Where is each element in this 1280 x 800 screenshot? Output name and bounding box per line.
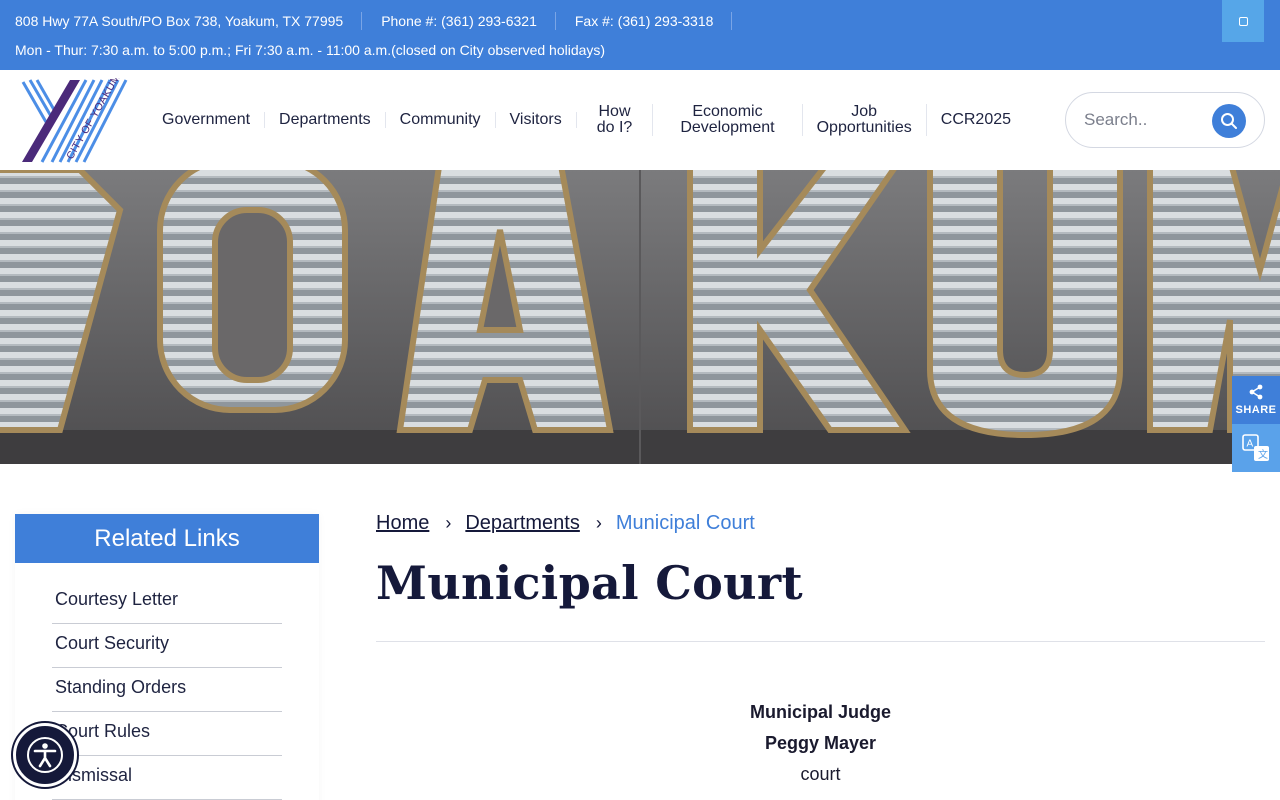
- fax-text: Fax #: (361) 293-3318: [575, 12, 733, 30]
- nav-community[interactable]: Community: [386, 112, 496, 128]
- judge-info: Municipal Judge Peggy Mayer court: [376, 700, 1265, 793]
- breadcrumb-home[interactable]: Home: [376, 512, 429, 535]
- search-box: [1065, 92, 1265, 148]
- share-button[interactable]: SHARE: [1232, 376, 1280, 424]
- image-caption: court: [800, 764, 841, 784]
- breadcrumb-departments[interactable]: Departments: [465, 512, 580, 535]
- judge-name: Peggy Mayer: [764, 733, 877, 753]
- related-links-title: Related Links: [15, 514, 319, 563]
- translate-button[interactable]: A 文: [1232, 424, 1280, 472]
- accessibility-icon: [27, 737, 63, 773]
- search-icon: [1221, 113, 1237, 129]
- related-link-dismissal[interactable]: Dismissal: [52, 756, 282, 800]
- chevron-right-icon: ›: [445, 512, 452, 533]
- toggle-button[interactable]: [1222, 0, 1264, 42]
- nav-how-do-i[interactable]: How do I?: [577, 104, 654, 136]
- search-button[interactable]: [1212, 104, 1246, 138]
- breadcrumb-current: Municipal Court: [615, 511, 755, 534]
- search-input[interactable]: [1084, 108, 1214, 132]
- translate-icon: A 文: [1242, 434, 1269, 461]
- svg-text:文: 文: [1258, 448, 1268, 461]
- share-label: SHARE: [1235, 404, 1277, 416]
- city-logo-icon: CITY OF YOAKUM: [21, 72, 128, 163]
- accessibility-button[interactable]: [13, 723, 77, 787]
- hero-banner-image: [0, 170, 1280, 464]
- nav-government[interactable]: Government: [148, 112, 266, 128]
- title-divider: [376, 641, 1265, 642]
- site-header: CITY OF YOAKUM Government Departments Co…: [0, 70, 1280, 170]
- yoakum-sign-image: [0, 170, 1280, 464]
- svg-text:A: A: [1247, 439, 1254, 450]
- breadcrumb: Home › Departments › Municipal Court: [376, 510, 755, 536]
- judge-title: Municipal Judge: [749, 702, 891, 722]
- top-info-bar: 808 Hwy 77A South/PO Box 738, Yoakum, TX…: [0, 0, 1280, 70]
- address-text: 808 Hwy 77A South/PO Box 738, Yoakum, TX…: [15, 12, 363, 30]
- nav-job-opportunities[interactable]: Job Opportunities: [803, 104, 927, 136]
- city-logo[interactable]: CITY OF YOAKUM: [20, 72, 145, 164]
- related-links-list: Courtesy Letter Court Security Standing …: [52, 580, 282, 800]
- nav-ccr2025[interactable]: CCR2025: [927, 112, 1025, 128]
- hours-text: Mon - Thur: 7:30 a.m. to 5:00 p.m.; Fri …: [15, 42, 606, 58]
- chevron-right-icon: ›: [595, 512, 602, 533]
- nav-departments[interactable]: Departments: [265, 112, 386, 128]
- related-link-standing-orders[interactable]: Standing Orders: [52, 668, 282, 712]
- page-title: Municipal Court: [376, 556, 803, 610]
- contact-row: 808 Hwy 77A South/PO Box 738, Yoakum, TX…: [15, 12, 751, 30]
- phone-link[interactable]: Phone #: (361) 293-6321: [381, 12, 556, 30]
- related-link-court-security[interactable]: Court Security: [52, 624, 282, 668]
- related-link-courtesy-letter[interactable]: Courtesy Letter: [52, 580, 282, 624]
- nav-economic-development[interactable]: Economic Development: [653, 104, 803, 136]
- share-icon: [1249, 384, 1263, 400]
- related-link-court-rules[interactable]: Court Rules: [52, 712, 282, 756]
- main-nav: Government Departments Community Visitor…: [148, 70, 1025, 170]
- expand-icon: [1238, 16, 1248, 26]
- nav-visitors[interactable]: Visitors: [496, 112, 577, 128]
